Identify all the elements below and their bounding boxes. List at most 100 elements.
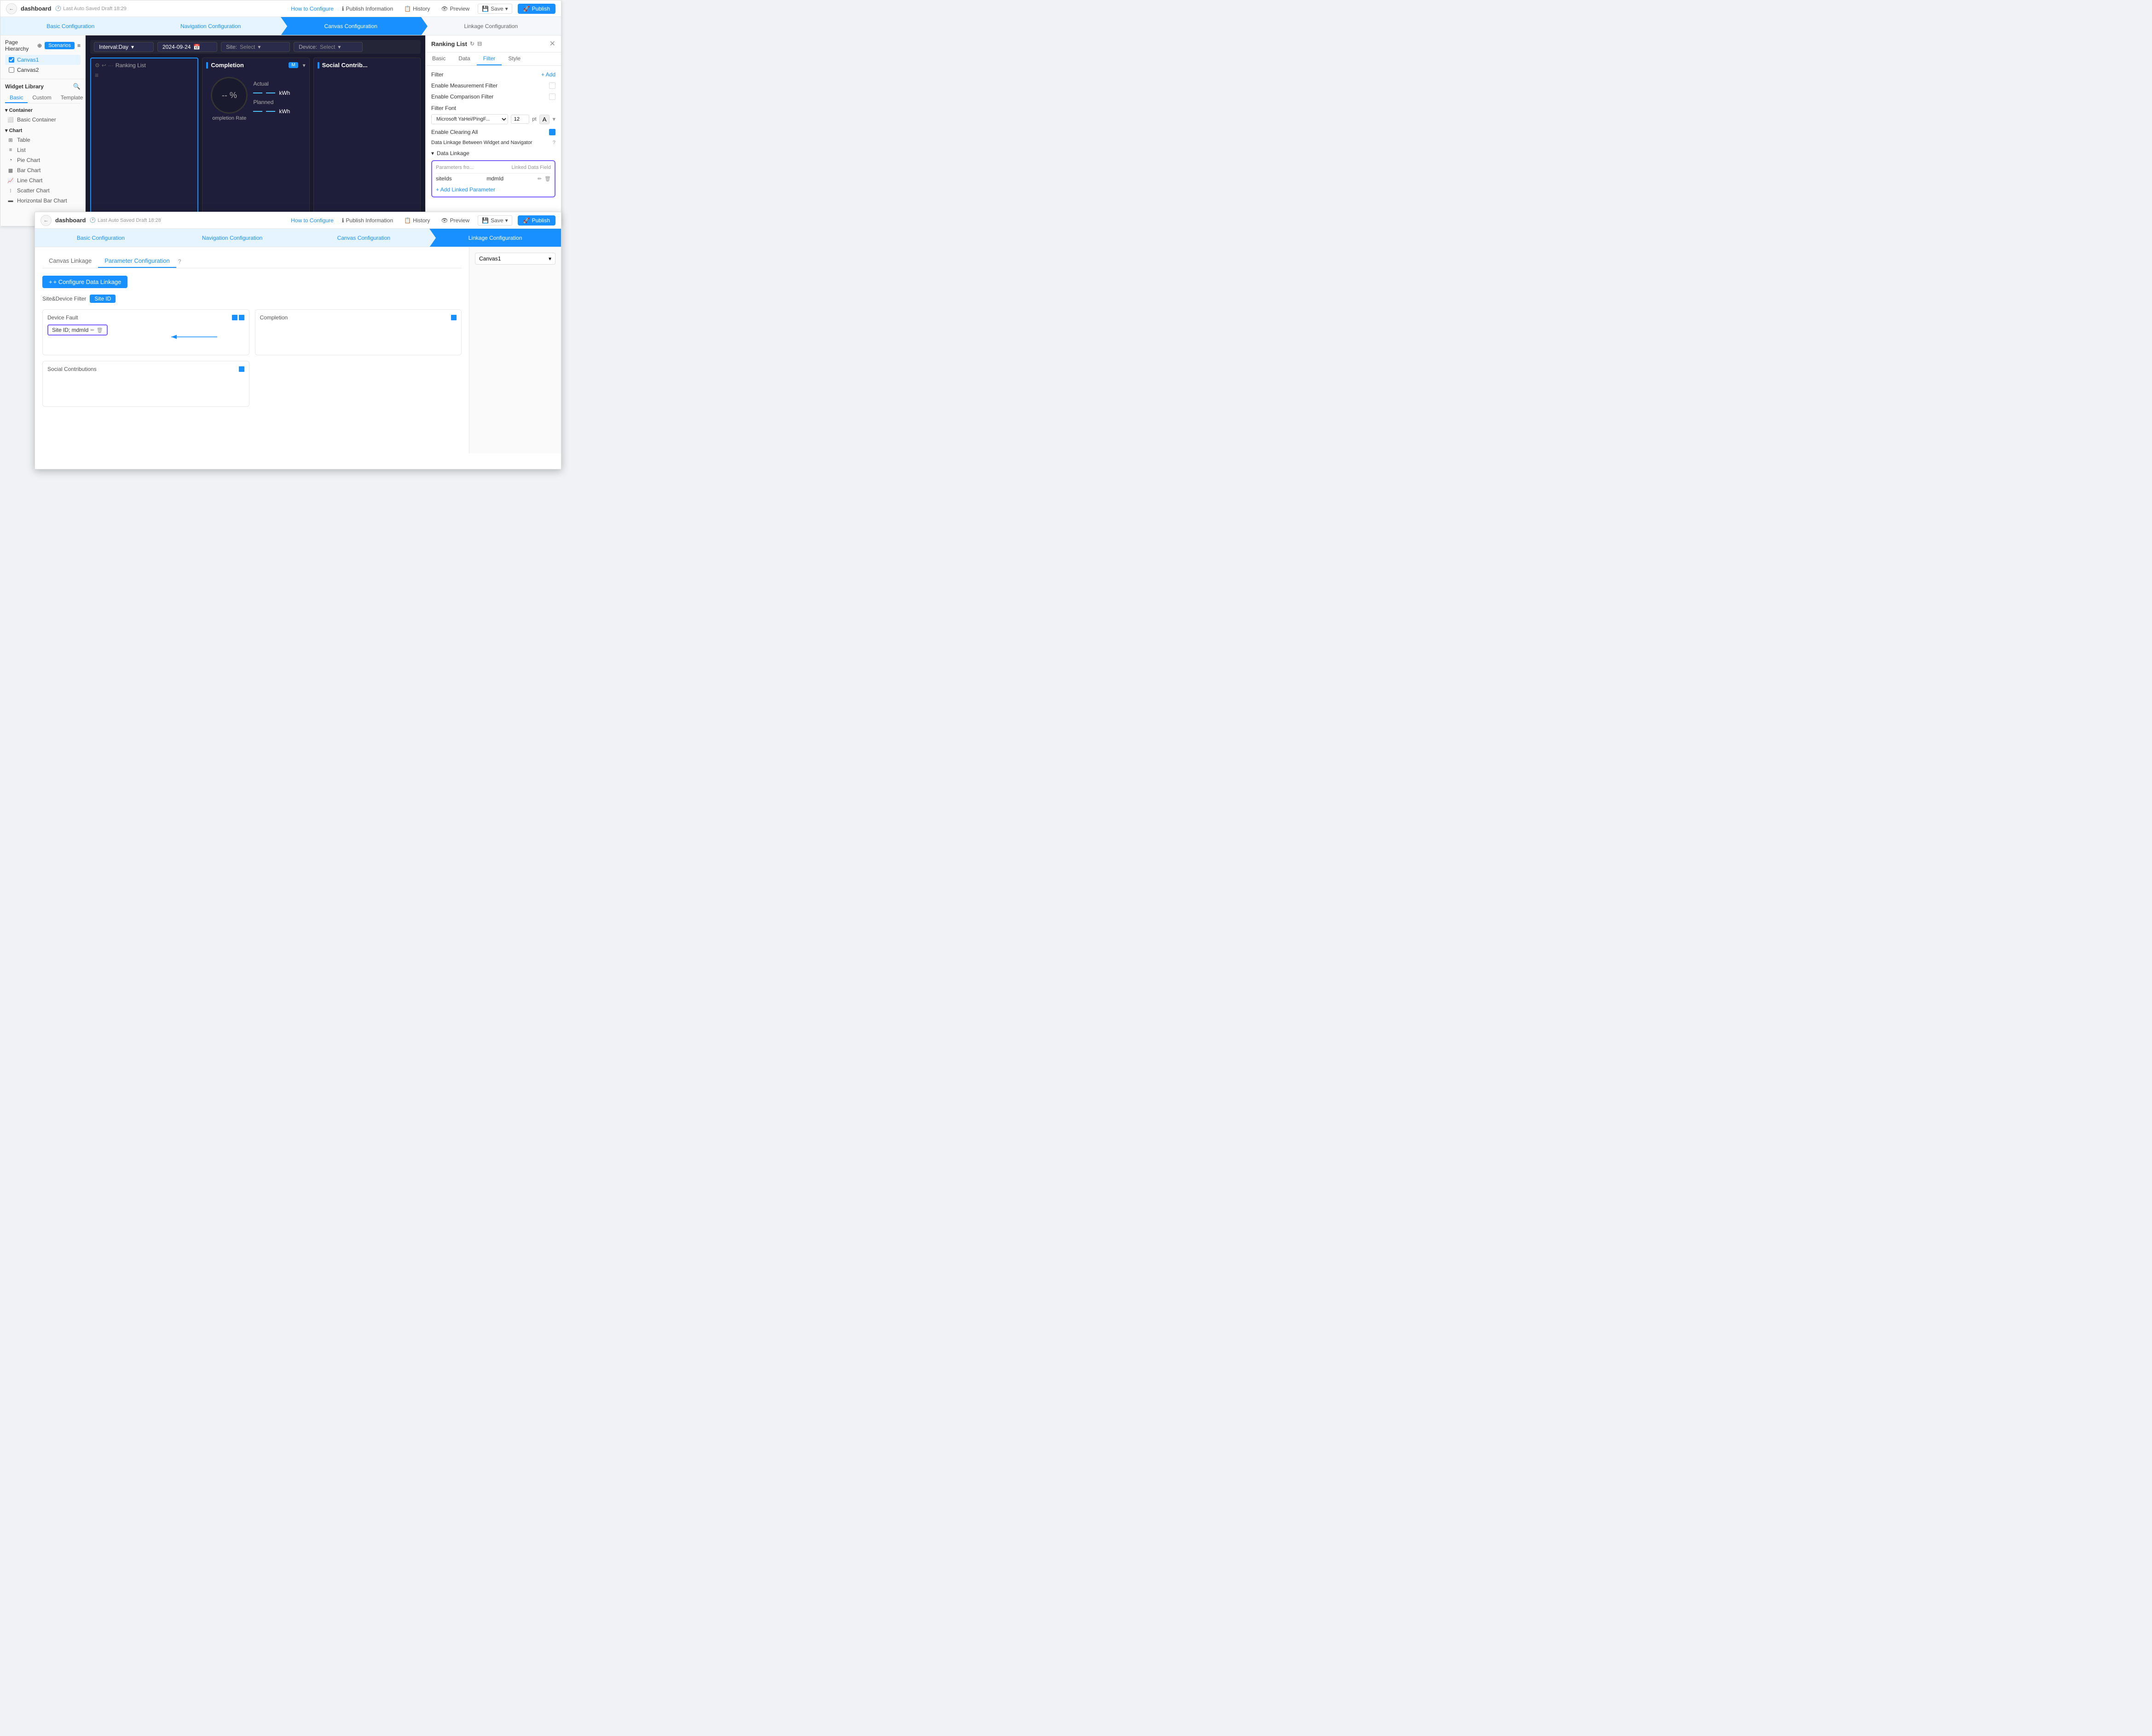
bottom-how-to-configure[interactable]: How to Configure	[291, 217, 334, 224]
clearing-all-checkbox[interactable]	[549, 129, 555, 135]
bottom-step-basic[interactable]: Basic Configuration	[35, 229, 167, 247]
wl-tab-custom[interactable]: Custom	[28, 93, 56, 103]
bottom-publish-button[interactable]: 🚀 Publish	[518, 215, 555, 226]
dl-edit-icon[interactable]: ✏	[538, 176, 542, 182]
data-linkage-header[interactable]: ▾ Data Linkage	[431, 150, 555, 156]
panel-close-icon[interactable]: ✕	[550, 39, 555, 48]
table-icon: ⊞	[7, 136, 14, 144]
interval-select[interactable]: Interval:Day ▾	[94, 42, 154, 52]
bottom-window: ← dashboard 🕐 Last Auto Saved Draft 18:2…	[35, 212, 561, 469]
widget-line-chart[interactable]: 📈 Line Chart	[5, 175, 81, 185]
font-style-button[interactable]: A	[539, 115, 550, 124]
wl-tab-template[interactable]: Template	[56, 93, 85, 103]
bottom-topbar: ← dashboard 🕐 Last Auto Saved Draft 18:2…	[35, 212, 561, 229]
bottom-history-button[interactable]: 📋 History	[401, 216, 433, 225]
delete-linked-icon[interactable]: 🗑	[97, 327, 103, 333]
bottom-back-button[interactable]: ←	[40, 215, 52, 226]
step-linkage[interactable]: Linkage Configuration	[421, 17, 561, 35]
canvas-linkage-tab[interactable]: Canvas Linkage	[42, 255, 98, 268]
canvas2-checkbox[interactable]	[9, 67, 14, 73]
site-select[interactable]: Site: Select ▾	[221, 42, 290, 52]
site-id-tag[interactable]: Site ID	[90, 295, 116, 303]
device-select[interactable]: Device: Select ▾	[294, 42, 363, 52]
completion-more-icon[interactable]: ▾	[303, 62, 306, 69]
device-fault-icon1	[232, 315, 237, 320]
bottom-history-icon: 📋	[404, 217, 411, 224]
widget-pie-chart[interactable]: ◔ Pie Chart	[5, 155, 81, 165]
history-button[interactable]: 📋 History	[401, 4, 433, 13]
edit-linked-icon[interactable]: ✏	[90, 327, 94, 333]
panel-tab-basic[interactable]: Basic	[426, 52, 452, 65]
widget-library-tabs: Basic Custom Template	[5, 93, 81, 104]
widget-scatter-chart[interactable]: ⁝ Scatter Chart	[5, 185, 81, 196]
panel-refresh-icon[interactable]: ↻	[470, 41, 474, 47]
bottom-autosave: 🕐 Last Auto Saved Draft 18:28	[89, 217, 161, 223]
app-title: dashboard	[21, 5, 51, 12]
font-row: Microsoft YaHei/PingF... pt A ▾	[431, 114, 555, 124]
bottom-step-canvas[interactable]: Canvas Configuration	[298, 229, 430, 247]
parameter-configuration-tab[interactable]: Parameter Configuration	[98, 255, 176, 268]
back-button[interactable]: ←	[6, 3, 17, 14]
history-icon: 📋	[404, 6, 411, 12]
widget-table[interactable]: ⊞ Table	[5, 135, 81, 145]
comparison-filter-checkbox[interactable]	[549, 93, 555, 100]
wl-tab-basic[interactable]: Basic	[5, 93, 28, 103]
info-icon: ℹ	[342, 6, 344, 12]
configure-data-linkage-button[interactable]: + + Configure Data Linkage	[42, 276, 127, 288]
font-select[interactable]: Microsoft YaHei/PingF...	[431, 114, 508, 124]
drag-handle[interactable]: ≡	[95, 71, 194, 79]
date-select[interactable]: 2024-09-24 📅	[157, 42, 217, 52]
preview-button[interactable]: 👁 Preview	[438, 4, 472, 13]
widgets-grid: Device Fault Site ID; mdmId ✏ 🗑	[42, 309, 462, 355]
add-page-icon[interactable]: ⊕	[37, 42, 42, 49]
publish-button[interactable]: 🚀 Publish	[518, 4, 555, 14]
social-indicator	[318, 62, 319, 69]
bottom-step-navigation[interactable]: Navigation Configuration	[167, 229, 298, 247]
save-button[interactable]: 💾 Save ▾	[478, 4, 512, 14]
data-linkage-help-icon[interactable]: ?	[553, 140, 555, 145]
canvas-select[interactable]: Canvas1 ▾	[475, 253, 555, 265]
bar-chart-icon: ▦	[7, 167, 14, 174]
measurement-filter-checkbox[interactable]	[549, 82, 555, 89]
widget-library-header: Widget Library 🔍	[5, 83, 81, 90]
ranking-list-widget[interactable]: ⚙ ↩ ··· Ranking List ≡	[90, 58, 198, 221]
completion-widget[interactable]: Completion M ▾ -- % ompletion Rate	[202, 58, 309, 221]
dl-table-row-0: siteIds mdmId ✏ 🗑	[436, 173, 551, 184]
actual-value: kWh	[253, 90, 301, 96]
dl-add-param[interactable]: + Add Linked Parameter	[436, 186, 551, 193]
widget-name: Ranking List	[116, 62, 146, 69]
page-item-canvas1[interactable]: Canvas1	[5, 55, 81, 65]
canvas-toolbar: Interval:Day ▾ 2024-09-24 📅 Site: Select…	[90, 40, 421, 54]
widget-basic-container[interactable]: ⬜ Basic Container	[5, 115, 81, 125]
widget-bar-chart[interactable]: ▦ Bar Chart	[5, 165, 81, 175]
filter-tags: Site&Device Filter Site ID	[42, 295, 462, 303]
list-icon[interactable]: ≡	[77, 42, 81, 49]
font-dropdown-icon[interactable]: ▾	[552, 116, 555, 123]
panel-tab-style[interactable]: Style	[502, 52, 527, 65]
publish-information-button[interactable]: ℹ Publish Information	[339, 4, 396, 13]
bottom-step-linkage[interactable]: Linkage Configuration	[429, 229, 561, 247]
bottom-save-button[interactable]: 💾 Save ▾	[478, 215, 512, 226]
param-config-help-icon[interactable]: ?	[178, 258, 181, 265]
panel-tab-filter[interactable]: Filter	[477, 52, 502, 65]
widget-list[interactable]: ≡ List	[5, 145, 81, 155]
panel-title: Ranking List ↻ ⊟	[431, 41, 482, 47]
step-basic[interactable]: Basic Configuration	[0, 17, 141, 35]
panel-export-icon[interactable]: ⊟	[477, 41, 482, 47]
widget-horizontal-bar[interactable]: ▬ Horizontal Bar Chart	[5, 196, 81, 206]
social-widget[interactable]: Social Contrib...	[313, 58, 421, 221]
search-icon[interactable]: 🔍	[73, 83, 81, 90]
scenarios-tab[interactable]: Scenarios	[45, 42, 75, 49]
completion-stats: Actual kWh Planned	[253, 81, 301, 117]
font-size-input[interactable]	[511, 115, 529, 124]
step-navigation[interactable]: Navigation Configuration	[141, 17, 281, 35]
panel-tab-data[interactable]: Data	[452, 52, 476, 65]
step-canvas[interactable]: Canvas Configuration	[281, 17, 421, 35]
how-to-configure-link[interactable]: How to Configure	[291, 6, 334, 12]
actual-stat: Actual	[253, 81, 301, 87]
canvas1-checkbox[interactable]	[9, 57, 14, 63]
page-item-canvas2[interactable]: Canvas2	[5, 65, 81, 75]
bottom-preview-button[interactable]: 👁 Preview	[438, 216, 472, 225]
dl-delete-icon[interactable]: 🗑	[544, 176, 551, 182]
bottom-publish-info-button[interactable]: ℹ Publish Information	[339, 216, 396, 225]
